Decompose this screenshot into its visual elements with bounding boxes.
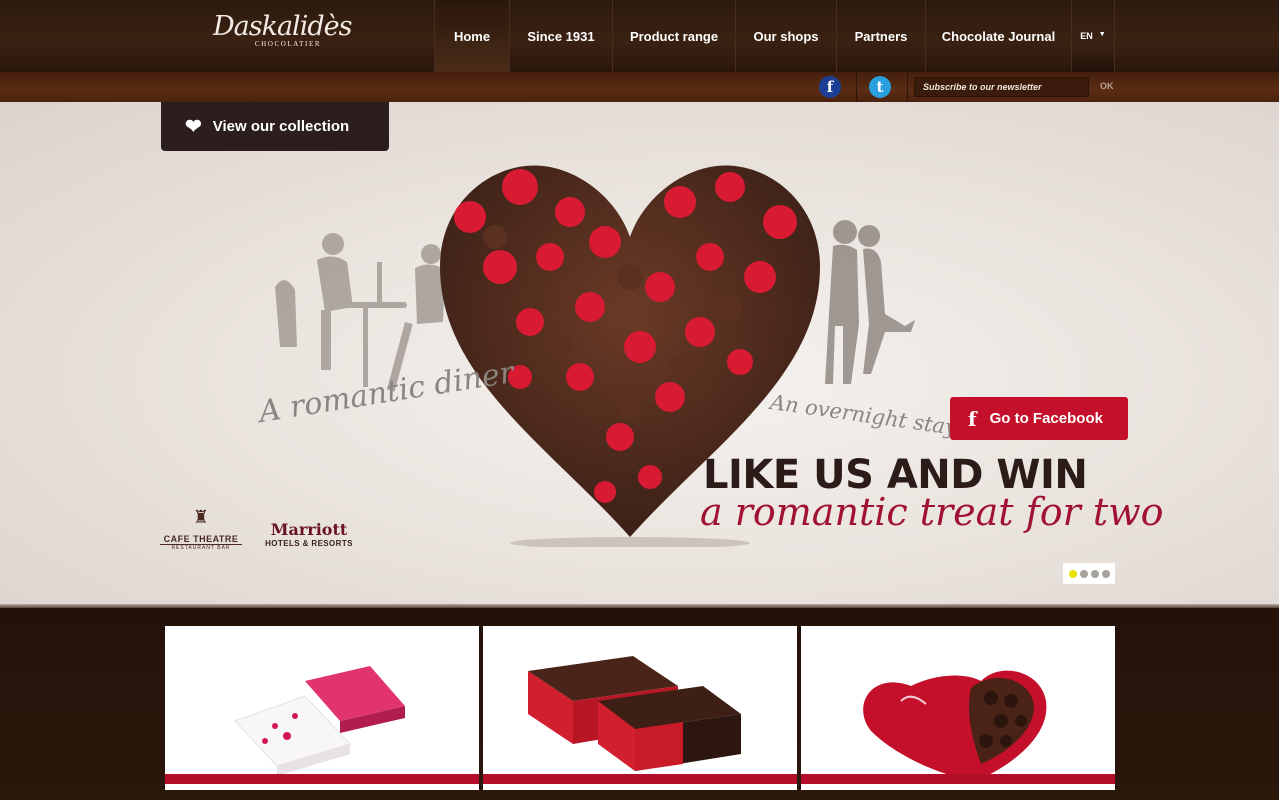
nav-product-range[interactable]: Product range bbox=[612, 0, 735, 72]
chevron-down-icon: ▼ bbox=[1098, 31, 1106, 38]
slide-dot[interactable] bbox=[1079, 569, 1088, 578]
product-card-footer bbox=[483, 774, 797, 784]
slide-dot[interactable] bbox=[1101, 569, 1110, 578]
ballotin-boxes-image bbox=[528, 656, 741, 771]
slide-dot[interactable] bbox=[1068, 569, 1077, 578]
heart-icon: ❤ bbox=[185, 115, 202, 138]
product-card-ballotin-boxes[interactable] bbox=[483, 626, 797, 790]
twitter-icon[interactable]: t bbox=[869, 76, 891, 98]
language-label: EN bbox=[1080, 31, 1093, 41]
top-header: Daskalidès CHOCOLATIER Home Since 1931 P… bbox=[0, 0, 1279, 73]
nav-home[interactable]: Home bbox=[434, 0, 509, 72]
language-selector[interactable]: EN ▼ bbox=[1071, 0, 1115, 72]
logo[interactable]: Daskalidès CHOCOLATIER bbox=[213, 11, 352, 58]
view-collection-label: View our collection bbox=[212, 118, 350, 135]
divider bbox=[856, 72, 857, 102]
slide-dot[interactable] bbox=[1090, 569, 1099, 578]
main-nav: Home Since 1931 Product range Our shops … bbox=[434, 0, 1115, 72]
products-section bbox=[0, 608, 1279, 800]
social-bar: f t OK bbox=[0, 72, 1279, 103]
product-card-heart-box[interactable] bbox=[801, 626, 1115, 790]
nav-chocolate-journal[interactable]: Chocolate Journal bbox=[925, 0, 1071, 72]
newsletter-input[interactable] bbox=[914, 77, 1089, 97]
facebook-icon[interactable]: f bbox=[819, 76, 841, 98]
newsletter-ok-button[interactable]: OK bbox=[1100, 81, 1114, 91]
view-collection-button[interactable]: ❤ View our collection bbox=[161, 102, 389, 151]
marriott-sub: HOTELS & RESORTS bbox=[265, 539, 353, 548]
marriott-logo[interactable]: Marriott HOTELS & RESORTS bbox=[262, 520, 356, 548]
product-card-footer bbox=[801, 774, 1115, 784]
product-card-footer bbox=[165, 774, 479, 784]
product-card-white-pink-box[interactable] bbox=[165, 626, 479, 790]
divider bbox=[907, 72, 908, 102]
waiter-icon: ♜ bbox=[192, 507, 210, 527]
go-to-facebook-button[interactable]: f Go to Facebook bbox=[950, 397, 1128, 440]
kissing-couple-illustration bbox=[825, 220, 915, 384]
nav-partners[interactable]: Partners bbox=[836, 0, 925, 72]
go-to-facebook-label: Go to Facebook bbox=[989, 410, 1103, 427]
cafe-theatre-sub: RESTAURANT BAR bbox=[171, 545, 231, 551]
slide-pager bbox=[1063, 563, 1115, 584]
hero-banner: ❤ View our collection A romantic diner A… bbox=[0, 102, 1279, 604]
logo-text: Daskalidès bbox=[213, 11, 352, 42]
cafe-theatre-logo[interactable]: ♜ CAFE THEATRE RESTAURANT BAR bbox=[160, 508, 242, 551]
marriott-name: Marriott bbox=[270, 520, 348, 539]
cafe-theatre-name: CAFE THEATRE bbox=[160, 534, 242, 545]
promo-subheadline: a romantic treat for two bbox=[700, 490, 1164, 534]
facebook-icon: f bbox=[968, 406, 977, 431]
nav-since-1931[interactable]: Since 1931 bbox=[509, 0, 612, 72]
white-pink-gift-box-image bbox=[234, 666, 405, 776]
nav-our-shops[interactable]: Our shops bbox=[735, 0, 836, 72]
heart-chocolate-box-image bbox=[863, 670, 1047, 781]
